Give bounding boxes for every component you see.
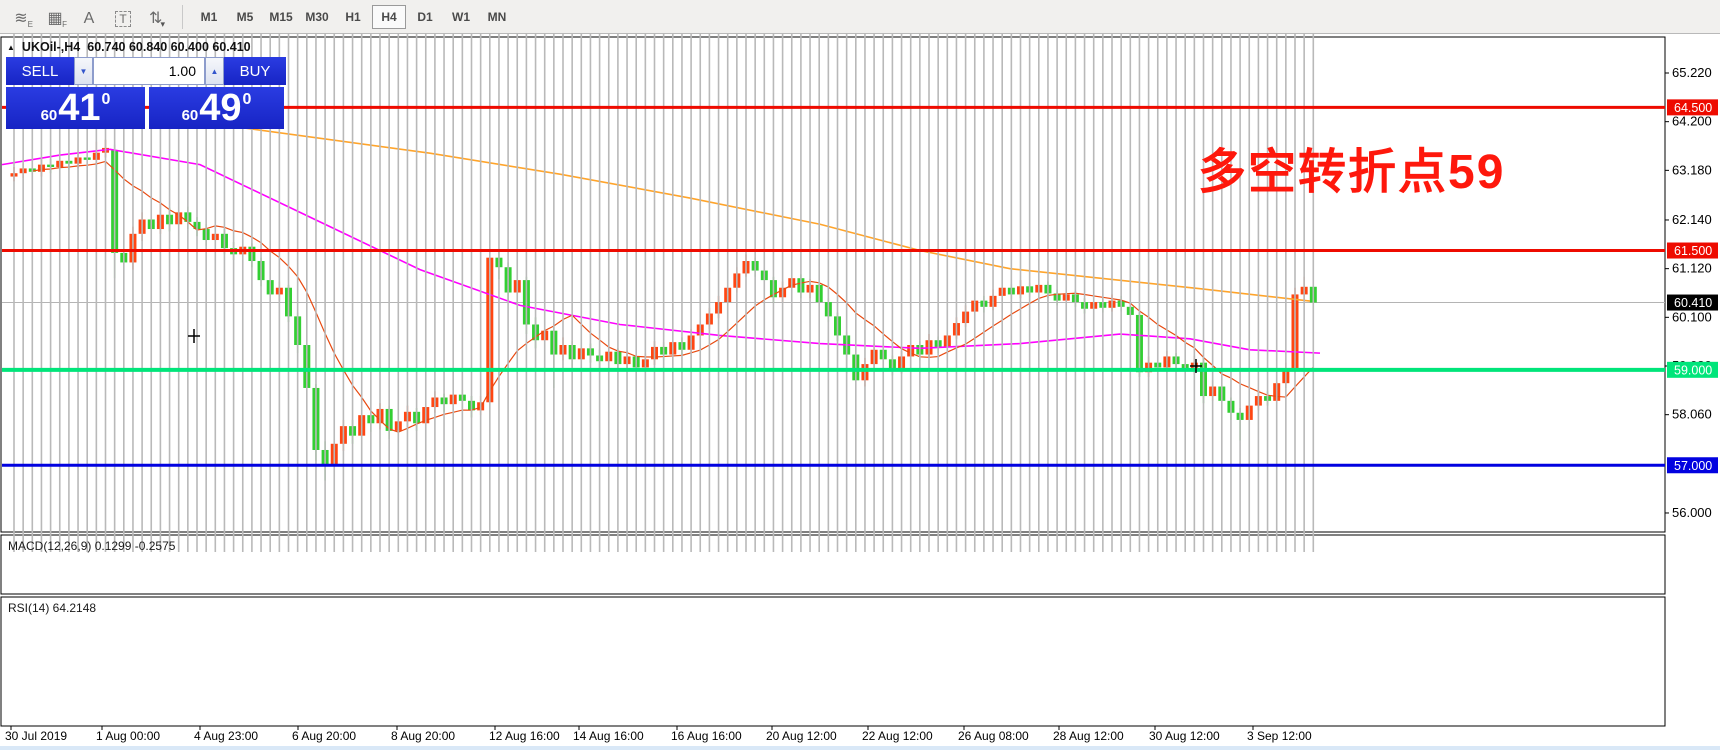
price-axis-label: 65.220: [1672, 65, 1712, 80]
price-axis-label: 56.000: [1672, 505, 1712, 520]
timeframe-button-h1[interactable]: H1: [336, 5, 370, 29]
symbol-header: ▲ UKOil-,H4 60.740 60.840 60.400 60.410: [7, 40, 251, 54]
time-axis-label: 22 Aug 12:00: [862, 729, 933, 743]
timeframe-group: M1M5M15M30H1H4D1W1MN: [191, 5, 515, 29]
collapse-panel-icon[interactable]: ▲: [7, 43, 15, 52]
time-axis-label: 6 Aug 20:00: [292, 729, 356, 743]
timeframe-button-m5[interactable]: M5: [228, 5, 262, 29]
timeframe-button-d1[interactable]: D1: [408, 5, 442, 29]
time-axis-label: 14 Aug 16:00: [573, 729, 644, 743]
timeframe-button-h4[interactable]: H4: [372, 5, 406, 29]
price-badge-label: 60.410: [1674, 296, 1712, 310]
volume-decrease-button[interactable]: ▼: [74, 57, 93, 85]
price-axis-label: 63.180: [1672, 162, 1712, 177]
text-box-icon[interactable]: T: [108, 4, 138, 30]
timeframe-button-m15[interactable]: M15: [264, 5, 298, 29]
time-axis-label: 30 Aug 12:00: [1149, 729, 1220, 743]
time-axis-label: 8 Aug 20:00: [391, 729, 455, 743]
rsi-panel[interactable]: [1, 597, 1665, 726]
time-axis-label: 16 Aug 16:00: [671, 729, 742, 743]
buy-price-point: 0: [243, 91, 252, 109]
top-toolbar: ≋E▦FAT⇅▾ M1M5M15M30H1H4D1W1MN: [0, 0, 1720, 34]
sell-button[interactable]: SELL: [6, 57, 74, 85]
time-axis-label: 30 Jul 2019: [5, 729, 67, 743]
timeframe-button-mn[interactable]: MN: [480, 5, 514, 29]
ohlc-values: 60.740 60.840 60.400 60.410: [87, 40, 250, 54]
buy-button[interactable]: BUY: [224, 57, 286, 85]
text-label-icon[interactable]: A: [74, 4, 104, 30]
sell-price-pips: 41: [58, 89, 100, 127]
chart-annotation-text: 多空转折点59: [1198, 132, 1505, 202]
rsi-indicator-label: RSI(14) 64.2148: [8, 601, 96, 615]
one-click-trading-widget: SELL ▼ 1.00 ▲ BUY 60 41 0 60 49 0: [6, 57, 286, 129]
price-axis-label: 64.200: [1672, 114, 1712, 129]
price-axis-label: 60.100: [1672, 309, 1712, 324]
time-axis-label: 4 Aug 23:00: [194, 729, 258, 743]
time-axis-label: 20 Aug 12:00: [766, 729, 837, 743]
price-axis-label: 62.140: [1672, 212, 1712, 227]
status-bar-edge: [0, 746, 1720, 750]
price-badge-label: 61.500: [1674, 244, 1712, 258]
timeframe-button-m1[interactable]: M1: [192, 5, 226, 29]
volume-input[interactable]: 1.00: [93, 57, 205, 85]
sell-price-point: 0: [102, 91, 111, 109]
buy-price-display[interactable]: 60 49 0: [149, 87, 284, 129]
grid-icon[interactable]: ▦F: [40, 4, 70, 30]
price-axis-label: 58.060: [1672, 407, 1712, 422]
time-axis-label: 3 Sep 12:00: [1247, 729, 1312, 743]
sell-price-int: 60: [41, 107, 58, 124]
macd-indicator-label: MACD(12,26,9) 0.1299 -0.2575: [8, 539, 175, 553]
price-badge-label: 59.000: [1674, 363, 1712, 377]
timeframe-button-w1[interactable]: W1: [444, 5, 478, 29]
volume-increase-button[interactable]: ▲: [205, 57, 224, 85]
indicators-icon[interactable]: ≋E: [6, 4, 36, 30]
price-badge-label: 64.500: [1674, 101, 1712, 115]
macd-panel[interactable]: [1, 535, 1665, 594]
timeframe-button-m30[interactable]: M30: [300, 5, 334, 29]
buy-price-pips: 49: [199, 89, 241, 127]
arrows-icon[interactable]: ⇅▾: [142, 4, 172, 30]
time-axis-label: 12 Aug 16:00: [489, 729, 560, 743]
time-axis-label: 26 Aug 08:00: [958, 729, 1029, 743]
symbol-period-label: UKOil-,H4: [22, 40, 80, 54]
drawing-tools-group: ≋E▦FAT⇅▾: [0, 4, 172, 30]
buy-price-int: 60: [182, 107, 199, 124]
toolbar-separator: [182, 5, 183, 29]
price-axis-label: 61.120: [1672, 261, 1712, 276]
price-badge-label: 57.000: [1674, 459, 1712, 473]
sell-price-display[interactable]: 60 41 0: [6, 87, 145, 129]
time-axis-label: 1 Aug 00:00: [96, 729, 160, 743]
time-axis-label: 28 Aug 12:00: [1053, 729, 1124, 743]
